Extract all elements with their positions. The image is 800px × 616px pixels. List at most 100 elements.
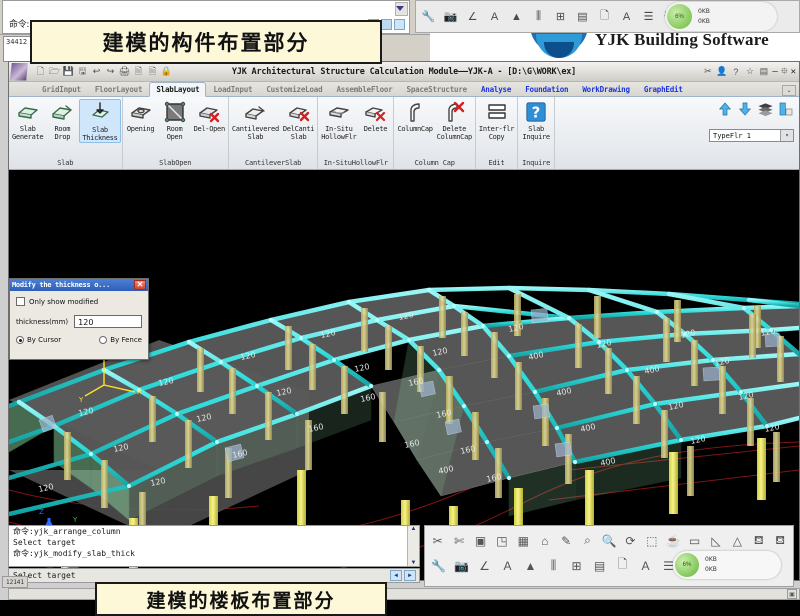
- ruler-icon[interactable]: ▭: [684, 529, 705, 552]
- new-icon[interactable]: 🗋: [34, 65, 47, 78]
- scissors-icon[interactable]: ✂: [702, 66, 713, 77]
- ribbon-button-room-drop[interactable]: Room Drop: [45, 99, 79, 141]
- cut-icon[interactable]: ✂: [427, 529, 448, 552]
- solid-box-icon[interactable]: ▦: [513, 529, 534, 552]
- box-3d-icon[interactable]: ▣: [470, 529, 491, 552]
- wrench-icon[interactable]: 🔧: [418, 6, 439, 27]
- page-3d-icon[interactable]: ◳: [491, 529, 512, 552]
- save-as-icon[interactable]: 🖫: [76, 65, 89, 78]
- ribbon-button-in-situ-hollowflr[interactable]: In-Situ HollowFlr: [319, 99, 358, 141]
- ribbon-button-inter-flr-copy[interactable]: Inter-flr Copy: [477, 99, 516, 141]
- nav-left-icon[interactable]: ◄: [390, 570, 402, 581]
- minimize-button[interactable]: –: [772, 67, 777, 77]
- camera-icon[interactable]: 📷: [440, 6, 461, 27]
- angle-icon[interactable]: ◺: [705, 529, 726, 552]
- select-window-icon[interactable]: ⬚: [641, 529, 662, 552]
- tab-assemblefloor[interactable]: AssembleFloor: [329, 83, 399, 96]
- figure-alt-icon[interactable]: ⛾: [770, 529, 791, 552]
- ribbon-button-columncap[interactable]: ColumnCap: [395, 99, 434, 133]
- command-nav-buttons[interactable]: ◄ ►: [390, 570, 419, 581]
- floor-view-icon[interactable]: [778, 100, 794, 123]
- tab-slablayout[interactable]: SlabLayout: [149, 82, 207, 97]
- new-page-icon[interactable]: 🗋: [594, 6, 615, 27]
- close-icon[interactable]: ✕: [134, 280, 146, 290]
- paint-icon[interactable]: ✎: [555, 529, 576, 552]
- columns-icon[interactable]: ⫼: [528, 6, 549, 27]
- by-cursor-radio[interactable]: [16, 336, 24, 344]
- background-scroll-strip[interactable]: [395, 2, 408, 16]
- user-icon[interactable]: 👤: [716, 66, 727, 77]
- window-icon[interactable]: ▤: [758, 66, 769, 77]
- only-show-modified-row[interactable]: Only show modified: [16, 297, 142, 306]
- command-input[interactable]: Select target ◄ ►: [8, 568, 420, 583]
- favorite-icon[interactable]: ☆: [744, 66, 755, 77]
- export-icon[interactable]: 🗎: [132, 65, 145, 78]
- close-button[interactable]: ✕: [791, 67, 796, 77]
- import-icon[interactable]: 🗎: [146, 65, 159, 78]
- model-viewport[interactable]: 120 120 120 120 120 120 120 120 120 120 120 120 160 1…: [9, 170, 799, 580]
- tab-gridinput[interactable]: GridInput: [35, 83, 88, 96]
- angle-measure-icon[interactable]: ∠: [473, 554, 496, 577]
- chevron-down-icon[interactable]: ▾: [780, 130, 793, 141]
- thickness-input[interactable]: 120: [74, 315, 142, 328]
- new-page-icon[interactable]: 🗋: [611, 554, 634, 577]
- ribbon-button-cantilevered-slab[interactable]: Cantilevered Slab: [230, 99, 281, 141]
- cone-icon[interactable]: ▲: [519, 554, 542, 577]
- columns-icon[interactable]: ⫼: [542, 554, 565, 577]
- tab-spacestructure[interactable]: SpaceStructure: [400, 83, 474, 96]
- delete-layer-icon[interactable]: ▤: [572, 6, 593, 27]
- status-indicator-1[interactable]: ▣: [787, 589, 797, 599]
- floor-select[interactable]: TypeFlr 1 ▾: [709, 129, 794, 142]
- ribbon-button-slab-generate[interactable]: Slab Generate: [10, 99, 45, 141]
- tab-workdrawing[interactable]: WorkDrawing: [575, 83, 636, 96]
- angle-measure-icon[interactable]: ∠: [462, 6, 483, 27]
- delete-layer-icon[interactable]: ▤: [588, 554, 611, 577]
- text-icon[interactable]: A: [634, 554, 657, 577]
- grid-edit-icon[interactable]: ⊞: [550, 6, 571, 27]
- ribbon-button-del-open[interactable]: Del-Open: [192, 99, 227, 133]
- by-fence-radio[interactable]: [99, 336, 108, 344]
- tab-customizeload[interactable]: CustomizeLoad: [259, 83, 329, 96]
- wrench-icon[interactable]: 🔧: [427, 554, 450, 577]
- tab-foundation[interactable]: Foundation: [518, 83, 575, 96]
- by-fence-option[interactable]: By Fence: [99, 336, 142, 344]
- tab-floorlayout[interactable]: FloorLayout: [88, 83, 149, 96]
- list-icon[interactable]: ☰: [638, 6, 659, 27]
- ribbon-button-opening[interactable]: Opening: [124, 99, 158, 133]
- cloud-status-badge[interactable]: 6% 0KB 0KB: [673, 551, 781, 579]
- nav-right-icon[interactable]: ►: [404, 570, 416, 581]
- restore-button[interactable]: ⯐: [781, 64, 788, 80]
- tab-analyse[interactable]: Analyse: [474, 83, 518, 96]
- triangle-icon[interactable]: △: [727, 529, 748, 552]
- zoom-rotate-icon[interactable]: ⟳: [620, 529, 641, 552]
- zoom-in-icon[interactable]: ⌕: [577, 529, 598, 552]
- ribbon-button-slab-inquire[interactable]: ? Slab Inquire: [519, 99, 553, 141]
- background-cloud-badge[interactable]: 6% 0KB 0KB: [665, 2, 777, 31]
- grid-edit-icon[interactable]: ⊞: [565, 554, 588, 577]
- camera-icon[interactable]: 📷: [450, 554, 473, 577]
- tab-graphedit[interactable]: GraphEdit: [637, 83, 690, 96]
- all-floors-icon[interactable]: [757, 100, 774, 123]
- ribbon-button-delcanti-slab[interactable]: DelCanti Slab: [281, 99, 316, 141]
- scroll-up-icon[interactable]: ▲: [411, 526, 417, 532]
- help-icon[interactable]: ?: [730, 67, 741, 77]
- pdf-icon[interactable]: A: [484, 6, 505, 27]
- command-history[interactable]: 命令:yjk_arrange_column Select target 命令:yjk…: [8, 525, 420, 567]
- modify-thickness-dialog[interactable]: Modify the thickness o... ✕ Only show mo…: [9, 278, 149, 360]
- save-icon[interactable]: 💾: [62, 65, 75, 78]
- cone-icon[interactable]: ▲: [506, 6, 527, 27]
- nav-right-icon[interactable]: [394, 19, 405, 30]
- undo-icon[interactable]: ↩: [90, 65, 103, 78]
- command-scrollbar[interactable]: ▲ ▼: [407, 526, 419, 566]
- cut-multiple-icon[interactable]: ✄: [448, 529, 469, 552]
- lock-icon[interactable]: 🔒: [160, 65, 173, 78]
- zoom-icon[interactable]: 🔍: [598, 529, 619, 552]
- house-icon[interactable]: ⌂: [534, 529, 555, 552]
- tab-loadinput[interactable]: LoadInput: [206, 83, 259, 96]
- nav-mid-icon[interactable]: [381, 19, 392, 30]
- teapot-icon[interactable]: ☕: [662, 529, 683, 552]
- text-icon[interactable]: A: [616, 6, 637, 27]
- ribbon-button-delete-columncap[interactable]: Delete ColumnCap: [435, 99, 474, 141]
- down-floor-icon[interactable]: [737, 100, 753, 123]
- ribbon-button-delete[interactable]: Delete: [358, 99, 392, 133]
